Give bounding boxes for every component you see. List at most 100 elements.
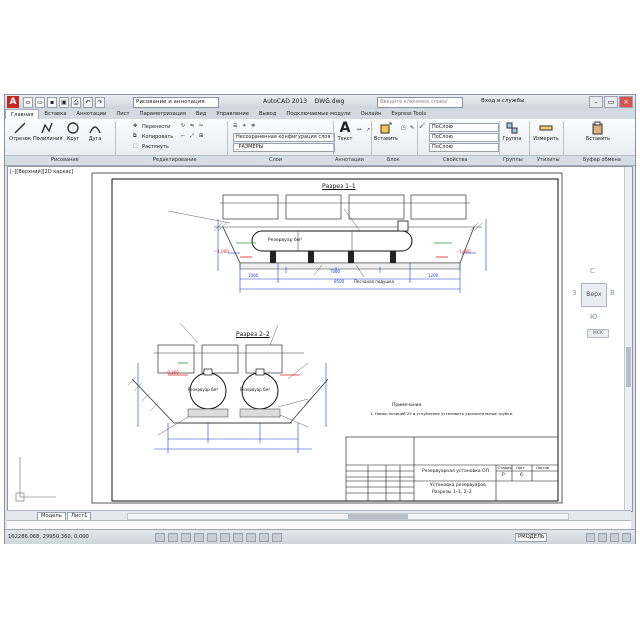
text-tool-button[interactable]: A Текст [335, 120, 355, 142]
dimension-icon[interactable]: ↔ [357, 127, 364, 134]
transparency-icon[interactable] [272, 533, 282, 542]
stretch-button[interactable]: ⬚ Растянуть [133, 143, 169, 150]
panel-groups-label[interactable]: Группы [503, 157, 523, 163]
redo-icon[interactable]: ↷ [95, 97, 105, 108]
match-properties-button[interactable]: 🖌 [419, 123, 426, 130]
panel-draw-label[interactable]: Рисование [51, 157, 79, 163]
rotate-icon[interactable]: ↻ [181, 123, 188, 130]
dyn-icon[interactable] [246, 533, 256, 542]
move-button[interactable]: ✥ Перенести [133, 123, 170, 130]
annotation-scale-icon[interactable] [586, 533, 595, 542]
workspace-switch-icon[interactable] [598, 533, 607, 542]
tab-online[interactable]: Онлайн [356, 109, 387, 119]
copy-button[interactable]: ⧉ Копировать [133, 133, 173, 140]
command-line[interactable] [7, 520, 631, 529]
model-space-toggle[interactable]: РМОДЕЛЬ [515, 533, 548, 542]
layer-state-dropdown[interactable]: Несохраненная конфигурация слоя [233, 133, 335, 142]
trim-icon[interactable]: ✂ [199, 123, 206, 130]
tab-home[interactable]: Главная [5, 108, 40, 120]
insert-block-button[interactable]: Вставить [373, 121, 399, 142]
polyline-tool-button[interactable]: Полилиния [33, 121, 62, 142]
wcs-dropdown[interactable]: МСК [587, 329, 609, 338]
snap-icon[interactable] [155, 533, 165, 542]
panel-properties-label[interactable]: Свойства [443, 157, 467, 163]
circle-tool-button[interactable]: Круг [63, 121, 83, 142]
linetype-dropdown[interactable]: ПоСлою [429, 143, 499, 152]
workspace-dropdown[interactable]: Рисование и аннотация [133, 97, 219, 108]
tab-view[interactable]: Вид [191, 109, 212, 119]
group-button[interactable]: Группа [501, 121, 523, 142]
current-layer-dropdown[interactable]: _РАЗМЕРЫ [233, 143, 335, 152]
open-file-icon[interactable]: ▭ [35, 97, 45, 108]
panel-modify-label[interactable]: Редактирование [153, 157, 197, 163]
color-dropdown[interactable]: ПоСлою [429, 123, 499, 132]
fullscreen-icon[interactable] [622, 533, 631, 542]
save-as-icon[interactable]: ▣ [59, 97, 69, 108]
arc-tool-button[interactable]: Дуга [85, 121, 105, 142]
bulb-icon[interactable]: ☀ [242, 123, 249, 130]
lineweight-dropdown[interactable]: ПоСлою [429, 133, 499, 142]
tab-express-tools[interactable]: Express Tools [386, 109, 431, 119]
stamp-sheet-header: Лист [516, 466, 525, 470]
search-input[interactable]: Введите ключевое слово/фразу [377, 97, 463, 114]
panel-utilities-label[interactable]: Утилиты [537, 157, 560, 163]
new-file-icon[interactable]: ▫ [23, 97, 33, 108]
tab-layout[interactable]: Лист [111, 109, 134, 119]
viewcube-east[interactable]: В [610, 289, 615, 297]
tab-annotate[interactable]: Аннотации [71, 109, 111, 119]
drawing-viewport[interactable]: [–][Верхний][2D каркас] Разрез 1–1 Разре… [7, 166, 633, 512]
stamp-line-3: Разрезы 1–1, 2–2 [432, 490, 472, 495]
minimize-icon[interactable]: – [589, 96, 603, 108]
viewcube-west[interactable]: З [572, 289, 577, 297]
layer-properties-icon[interactable]: ☰ [233, 123, 240, 130]
viewcube-north[interactable]: С [590, 267, 595, 275]
tab-output[interactable]: Вывод [254, 109, 281, 119]
section1-title: Разрез 1–1 [322, 183, 356, 190]
osnap-icon[interactable] [207, 533, 217, 542]
mirror-icon[interactable]: ⇋ [190, 123, 197, 130]
line-tool-button[interactable]: Отрезок [9, 121, 31, 142]
otrack-icon[interactable] [220, 533, 230, 542]
tab-plugins[interactable]: Подключаемые модули [281, 109, 355, 119]
ducs-icon[interactable] [233, 533, 243, 542]
insert-block-icon [379, 121, 393, 135]
lineweight-icon[interactable] [259, 533, 269, 542]
ortho-icon[interactable] [181, 533, 191, 542]
undo-icon[interactable]: ↶ [83, 97, 93, 108]
measure-label: Измерить [533, 136, 559, 142]
panel-block-label[interactable]: Блок [387, 157, 400, 163]
close-icon[interactable]: × [619, 96, 633, 108]
horizontal-scroll-thumb[interactable] [348, 514, 408, 519]
vertical-scroll-thumb[interactable] [626, 347, 631, 387]
stamp-line-2: Установка резервуаров. [430, 483, 488, 488]
match-properties-icon: 🖌 [419, 123, 426, 129]
grid-icon[interactable] [168, 533, 178, 542]
vertical-scrollbar[interactable] [624, 167, 632, 511]
signin-button[interactable]: Вход в службы [481, 98, 524, 104]
horizontal-scrollbar[interactable] [127, 513, 569, 520]
panel-layers-label[interactable]: Слои [269, 157, 282, 163]
scale-icon[interactable]: ⤢ [190, 133, 197, 140]
maximize-icon[interactable]: ▭ [604, 96, 618, 108]
polar-icon[interactable] [194, 533, 204, 542]
paste-button[interactable]: Вставить [585, 121, 611, 142]
tab-parametric[interactable]: Параметризация [135, 109, 191, 119]
panel-annotation-label[interactable]: Аннотации [335, 157, 364, 163]
app-menu-button[interactable]: A [7, 96, 19, 108]
text-tool-label: Текст [337, 136, 353, 142]
tab-manage[interactable]: Управление [211, 109, 254, 119]
panel-clipboard-label[interactable]: Буфер обмена [583, 157, 621, 163]
freeze-icon[interactable]: ❄ [251, 123, 258, 130]
measure-button[interactable]: Измерить [533, 121, 559, 142]
edit-block-icon[interactable]: ✎ [410, 125, 417, 132]
tab-insert[interactable]: Вставка [39, 109, 71, 119]
array-icon[interactable]: ⊞ [199, 133, 206, 140]
viewcube-south[interactable]: Ю [590, 313, 598, 321]
lock-icon[interactable] [610, 533, 619, 542]
autocad-window: A ▫ ▭ ▪ ▣ ⎙ ↶ ↷ Рисование и аннотация Au… [4, 94, 636, 544]
save-icon[interactable]: ▪ [47, 97, 57, 108]
fillet-icon[interactable]: ⌐ [181, 133, 188, 140]
print-icon[interactable]: ⎙ [71, 97, 81, 108]
create-block-icon[interactable]: ◳ [401, 125, 408, 132]
viewcube-face[interactable]: Верх [581, 283, 607, 307]
